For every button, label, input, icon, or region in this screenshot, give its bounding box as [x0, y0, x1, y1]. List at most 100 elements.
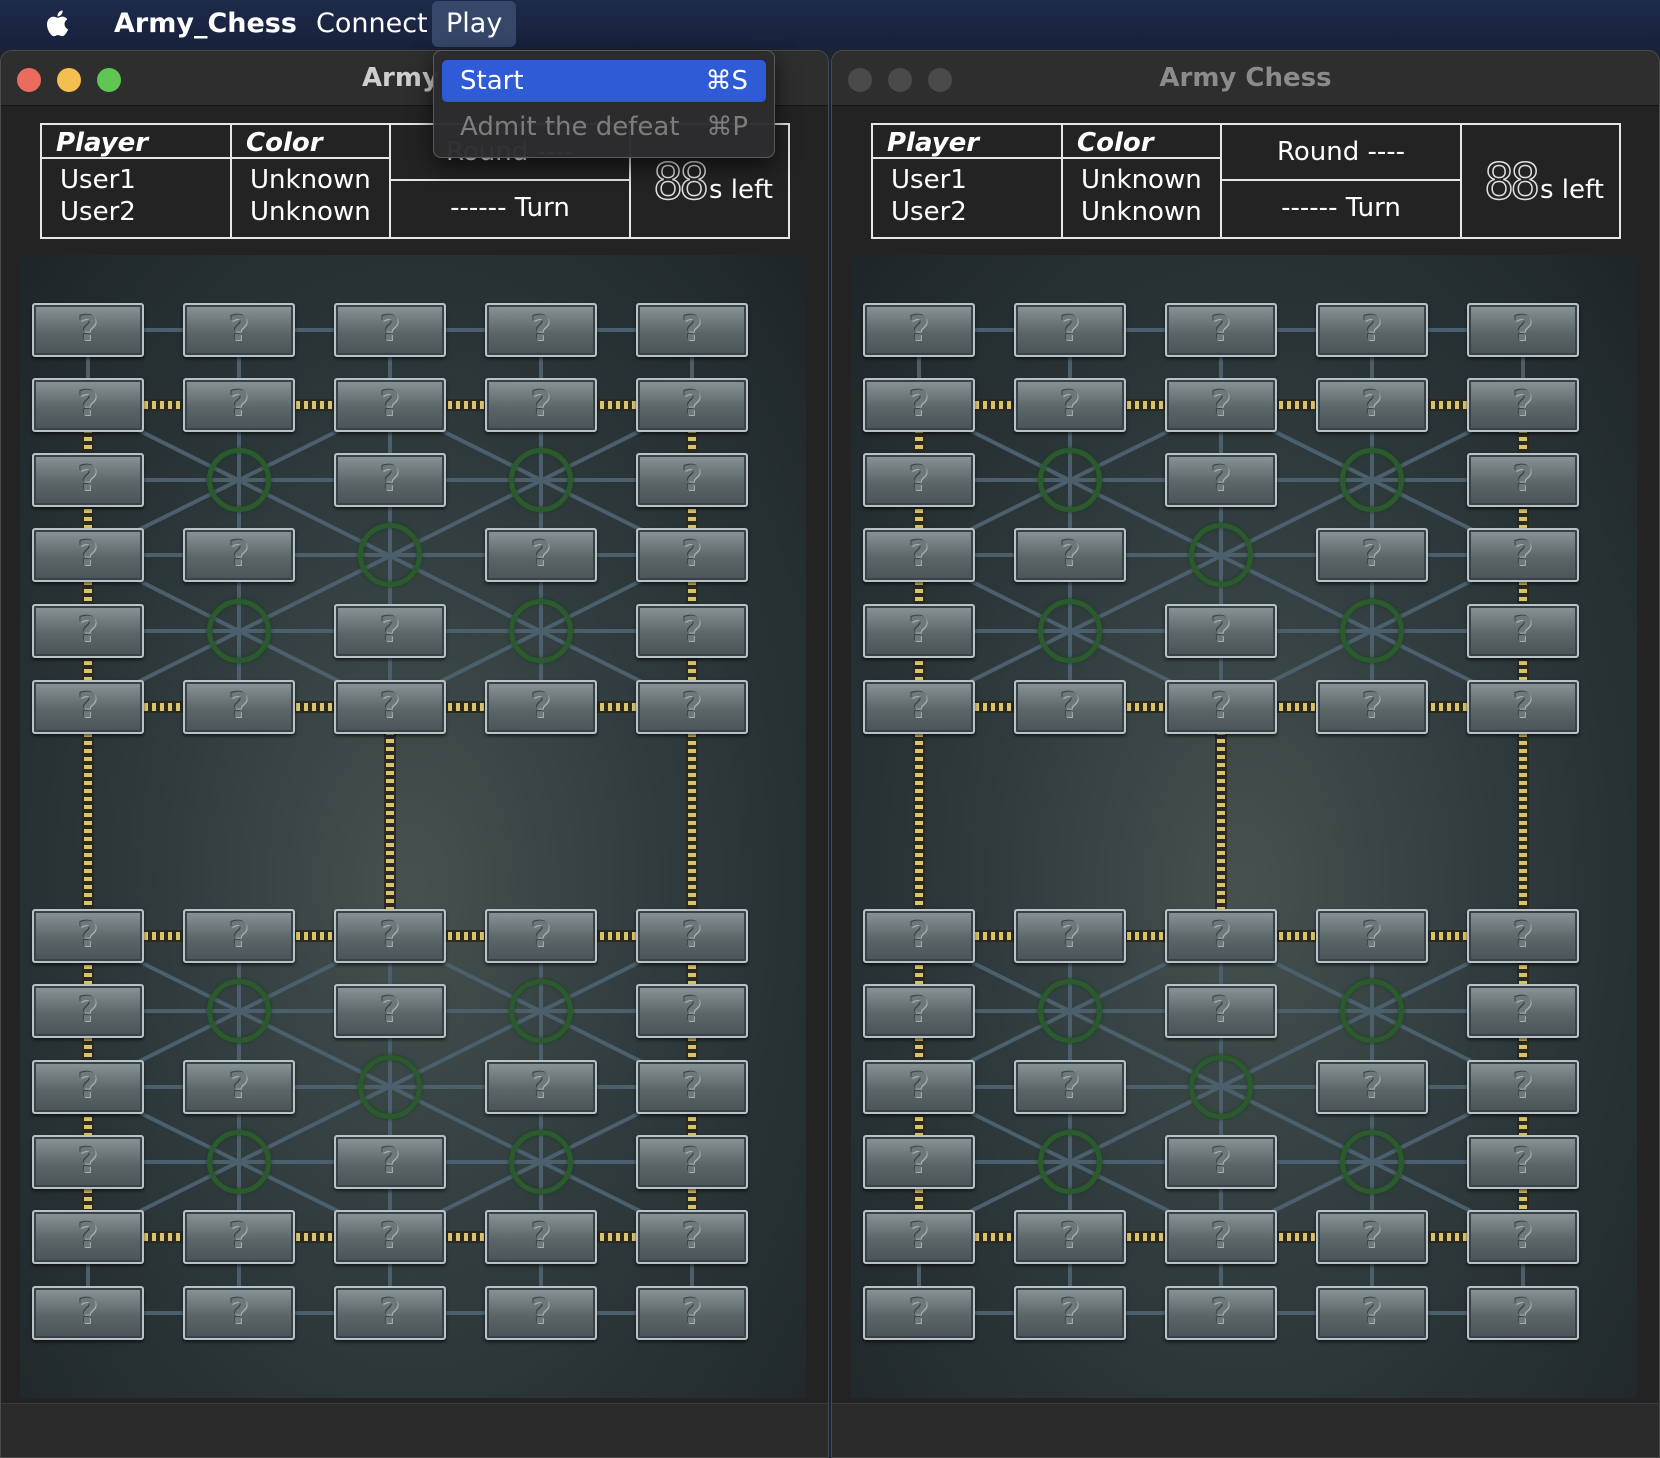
camp-circle[interactable]: [1340, 599, 1404, 663]
hidden-piece[interactable]: [485, 1210, 597, 1264]
hidden-piece[interactable]: [1165, 984, 1277, 1038]
hidden-piece[interactable]: [1316, 909, 1428, 963]
hidden-piece[interactable]: [1316, 378, 1428, 432]
game-board[interactable]: [20, 255, 806, 1398]
hidden-piece[interactable]: [863, 680, 975, 734]
hidden-piece[interactable]: [863, 1060, 975, 1114]
hidden-piece[interactable]: [183, 909, 295, 963]
hidden-piece[interactable]: [1467, 453, 1579, 507]
hidden-piece[interactable]: [863, 303, 975, 357]
hidden-piece[interactable]: [636, 1210, 748, 1264]
camp-circle[interactable]: [207, 599, 271, 663]
hidden-piece[interactable]: [32, 984, 144, 1038]
hidden-piece[interactable]: [863, 1286, 975, 1340]
hidden-piece[interactable]: [334, 453, 446, 507]
hidden-piece[interactable]: [485, 303, 597, 357]
hidden-piece[interactable]: [32, 604, 144, 658]
camp-circle[interactable]: [509, 1130, 573, 1194]
hidden-piece[interactable]: [334, 378, 446, 432]
hidden-piece[interactable]: [334, 1210, 446, 1264]
game-board[interactable]: [851, 255, 1637, 1398]
hidden-piece[interactable]: [863, 528, 975, 582]
hidden-piece[interactable]: [1316, 528, 1428, 582]
hidden-piece[interactable]: [1467, 303, 1579, 357]
camp-circle[interactable]: [358, 523, 422, 587]
hidden-piece[interactable]: [1467, 604, 1579, 658]
hidden-piece[interactable]: [1014, 680, 1126, 734]
hidden-piece[interactable]: [863, 378, 975, 432]
hidden-piece[interactable]: [1165, 604, 1277, 658]
hidden-piece[interactable]: [183, 1210, 295, 1264]
hidden-piece[interactable]: [32, 303, 144, 357]
hidden-piece[interactable]: [636, 604, 748, 658]
hidden-piece[interactable]: [1467, 1210, 1579, 1264]
hidden-piece[interactable]: [32, 1135, 144, 1189]
hidden-piece[interactable]: [32, 1286, 144, 1340]
hidden-piece[interactable]: [32, 1210, 144, 1264]
hidden-piece[interactable]: [1467, 1286, 1579, 1340]
camp-circle[interactable]: [358, 1055, 422, 1119]
hidden-piece[interactable]: [32, 680, 144, 734]
hidden-piece[interactable]: [1014, 303, 1126, 357]
hidden-piece[interactable]: [1316, 1210, 1428, 1264]
hidden-piece[interactable]: [32, 1060, 144, 1114]
hidden-piece[interactable]: [485, 378, 597, 432]
hidden-piece[interactable]: [1165, 1135, 1277, 1189]
hidden-piece[interactable]: [1467, 1060, 1579, 1114]
hidden-piece[interactable]: [1014, 378, 1126, 432]
hidden-piece[interactable]: [1165, 1210, 1277, 1264]
hidden-piece[interactable]: [334, 303, 446, 357]
hidden-piece[interactable]: [1165, 1286, 1277, 1340]
hidden-piece[interactable]: [636, 984, 748, 1038]
menu-play[interactable]: Play: [432, 1, 517, 47]
hidden-piece[interactable]: [636, 680, 748, 734]
camp-circle[interactable]: [1189, 1055, 1253, 1119]
hidden-piece[interactable]: [1165, 453, 1277, 507]
camp-circle[interactable]: [207, 979, 271, 1043]
hidden-piece[interactable]: [636, 528, 748, 582]
hidden-piece[interactable]: [183, 1060, 295, 1114]
camp-circle[interactable]: [1340, 448, 1404, 512]
hidden-piece[interactable]: [1316, 680, 1428, 734]
hidden-piece[interactable]: [334, 984, 446, 1038]
hidden-piece[interactable]: [863, 604, 975, 658]
menu-connect[interactable]: Connect: [302, 0, 442, 48]
hidden-piece[interactable]: [1165, 303, 1277, 357]
hidden-piece[interactable]: [334, 909, 446, 963]
hidden-piece[interactable]: [32, 909, 144, 963]
hidden-piece[interactable]: [32, 453, 144, 507]
camp-circle[interactable]: [1189, 523, 1253, 587]
hidden-piece[interactable]: [1014, 909, 1126, 963]
hidden-piece[interactable]: [863, 1210, 975, 1264]
hidden-piece[interactable]: [636, 1286, 748, 1340]
hidden-piece[interactable]: [1014, 1210, 1126, 1264]
hidden-piece[interactable]: [863, 1135, 975, 1189]
camp-circle[interactable]: [207, 1130, 271, 1194]
hidden-piece[interactable]: [636, 303, 748, 357]
hidden-piece[interactable]: [1467, 984, 1579, 1038]
hidden-piece[interactable]: [636, 453, 748, 507]
camp-circle[interactable]: [1038, 1130, 1102, 1194]
hidden-piece[interactable]: [32, 378, 144, 432]
hidden-piece[interactable]: [1014, 1060, 1126, 1114]
hidden-piece[interactable]: [334, 604, 446, 658]
hidden-piece[interactable]: [1014, 528, 1126, 582]
hidden-piece[interactable]: [334, 1135, 446, 1189]
hidden-piece[interactable]: [485, 1286, 597, 1340]
hidden-piece[interactable]: [183, 378, 295, 432]
hidden-piece[interactable]: [1165, 378, 1277, 432]
hidden-piece[interactable]: [863, 984, 975, 1038]
hidden-piece[interactable]: [863, 453, 975, 507]
hidden-piece[interactable]: [1165, 680, 1277, 734]
hidden-piece[interactable]: [183, 528, 295, 582]
hidden-piece[interactable]: [636, 909, 748, 963]
menu-app-name[interactable]: Army_Chess: [100, 0, 311, 48]
hidden-piece[interactable]: [636, 1135, 748, 1189]
hidden-piece[interactable]: [863, 909, 975, 963]
menu-item-admit-defeat[interactable]: Admit the defeat ⌘P: [442, 106, 766, 148]
hidden-piece[interactable]: [636, 1060, 748, 1114]
hidden-piece[interactable]: [1165, 909, 1277, 963]
hidden-piece[interactable]: [1467, 528, 1579, 582]
camp-circle[interactable]: [1340, 1130, 1404, 1194]
hidden-piece[interactable]: [636, 378, 748, 432]
